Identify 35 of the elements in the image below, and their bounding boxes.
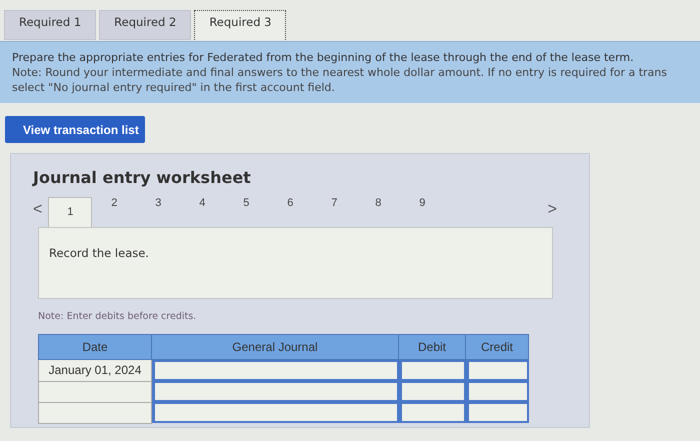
credit-field[interactable] [466,402,528,423]
account-field[interactable] [152,381,398,402]
step-tab[interactable]: 3 [136,197,180,227]
debit-field[interactable] [398,402,466,423]
debit-field[interactable] [398,381,466,402]
credit-field[interactable] [466,360,528,381]
note-text: Note: Round your intermediate and final answers to the nearest whole dollar amount. If no entry is required for a trans [12,65,668,80]
previous-arrow[interactable]: < [33,201,48,227]
credit-field[interactable] [466,381,528,402]
column-header: Debit [398,334,466,360]
note-text: select "No journal entry required" in the first account field. [12,80,336,95]
step-tab[interactable]: 7 [312,197,356,227]
step-tab[interactable]: 6 [268,197,312,227]
tab[interactable]: Required 1 [4,10,96,40]
date-cell: January 01, 2024 [38,360,152,381]
note-text: Note: Enter debits before credits. [38,311,198,322]
debit-field[interactable] [398,360,466,381]
tab[interactable]: Required 2 [99,10,192,40]
instruction-text: Prepare the appropriate entries for Federated from the beginning of the lease through the end of the lease term. [12,50,635,65]
account-field[interactable] [152,402,398,423]
column-header: General Journal [152,334,398,360]
description-text: Record the lease. [49,246,149,260]
step-tab[interactable]: 4 [180,197,224,227]
account-field[interactable] [152,360,398,381]
view-transaction-list-button[interactable]: View transaction list [5,116,145,143]
step-tab[interactable]: 1 [48,197,92,227]
column-header: Date [38,334,152,360]
step-tab[interactable]: 9 [400,197,444,227]
step-tab[interactable]: 8 [356,197,400,227]
column-header: Credit [466,334,528,360]
step-tab[interactable]: 2 [92,197,136,227]
next-arrow[interactable]: > [548,201,563,227]
step-tab[interactable]: 5 [224,197,268,227]
tab[interactable]: Required 3 [194,10,286,40]
worksheet-title: Journal entry worksheet [33,168,252,187]
